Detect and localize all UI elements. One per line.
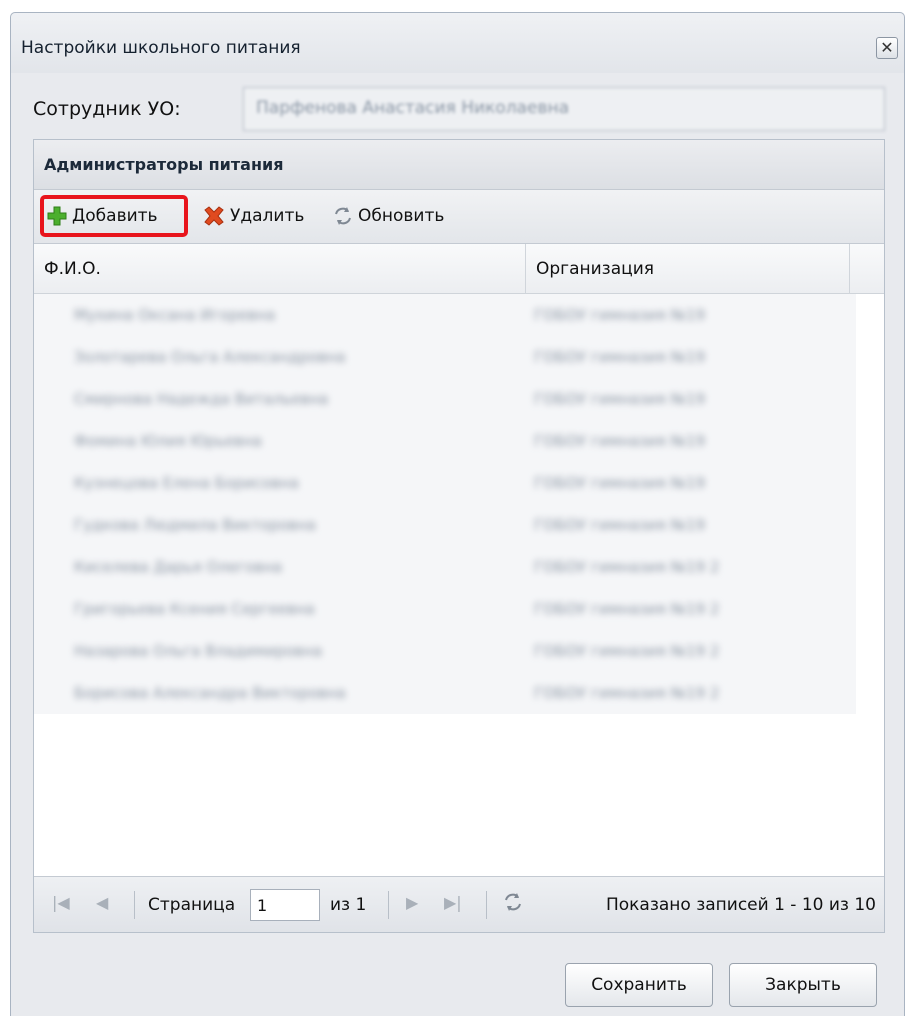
cell-org: ГОБОУ гимназия №19 (534, 432, 706, 450)
table-row[interactable]: Назарова Ольга Владимировна ГОБОУ гимназ… (34, 630, 856, 672)
table-row[interactable]: Борисова Александра Викторовна ГОБОУ гим… (34, 672, 856, 714)
employee-label: Сотрудник УО: (33, 98, 181, 120)
admins-panel: Администраторы питания Добавить Удалить (33, 139, 885, 933)
cell-name: Золотарева Ольга Александровна (74, 348, 346, 366)
delete-button[interactable]: Удалить (202, 202, 304, 230)
cell-name: Мухина Оксана Игоревна (74, 306, 276, 324)
cell-name: Кузнецова Елена Борисовна (74, 474, 299, 492)
cell-org: ГОБОУ гимназия №19 (534, 474, 706, 492)
cell-org: ГОБОУ гимназия №19 (534, 306, 706, 324)
cell-name: Смирнова Надежда Витальевна (74, 390, 329, 408)
cell-org: ГОБОУ гимназия №19 (534, 516, 706, 534)
save-button[interactable]: Сохранить (565, 963, 713, 1007)
paging-toolbar: |◀ ◀ Страница из 1 ▶ ▶| Показано записей… (34, 876, 884, 932)
panel-title: Администраторы питания (44, 155, 284, 174)
cell-name: Гудкова Людмила Викторовна (74, 516, 316, 534)
toolbar: Добавить Удалить Обновить (34, 190, 884, 244)
cell-org: ГОБОУ гимназия №19 (534, 348, 706, 366)
table-row[interactable]: Золотарева Ольга Александровна ГОБОУ гим… (34, 336, 856, 378)
first-page-icon[interactable]: |◀ (52, 895, 70, 911)
settings-dialog: Настройки школьного питания ✕ Сотрудник … (10, 12, 905, 1016)
table-row[interactable]: Мухина Оксана Игоревна ГОБОУ гимназия №1… (34, 294, 856, 336)
refresh-button-label: Обновить (358, 206, 445, 226)
panel-header: Администраторы питания (34, 140, 884, 190)
grid-header: Ф.И.О. Организация (34, 244, 884, 294)
dialog-titlebar[interactable]: Настройки школьного питания ✕ (11, 13, 904, 73)
dialog-title: Настройки школьного питания (21, 38, 301, 58)
cell-org: ГОБОУ гимназия №19 (534, 390, 706, 408)
cell-name: Киселева Дарья Олеговна (74, 558, 283, 576)
table-row[interactable]: Кузнецова Елена Борисовна ГОБОУ гимназия… (34, 462, 856, 504)
table-row[interactable]: Киселева Дарья Олеговна ГОБОУ гимназия №… (34, 546, 856, 588)
cell-org: ГОБОУ гимназия №19 2 (534, 600, 720, 618)
delete-button-label: Удалить (230, 206, 305, 226)
page-number-input[interactable] (250, 889, 320, 921)
next-page-icon[interactable]: ▶ (406, 895, 418, 911)
cell-name: Борисова Александра Викторовна (74, 684, 346, 702)
cell-name: Фомина Юлия Юрьевна (74, 432, 262, 450)
employee-row: Сотрудник УО: Парфенова Анастасия Никола… (33, 87, 885, 133)
close-button[interactable]: Закрыть (729, 963, 877, 1007)
pager-separator (486, 891, 487, 919)
table-row[interactable]: Фомина Юлия Юрьевна ГОБОУ гимназия №19 (34, 420, 856, 462)
pager-separator (388, 891, 389, 919)
records-summary: Показано записей 1 - 10 из 10 (605, 895, 876, 915)
table-row[interactable]: Смирнова Надежда Витальевна ГОБОУ гимназ… (34, 378, 856, 420)
table-row[interactable]: Григорьева Ксения Сергеевна ГОБОУ гимназ… (34, 588, 856, 630)
refresh-icon (332, 205, 354, 227)
close-icon[interactable]: ✕ (876, 37, 898, 59)
add-button-highlight (40, 195, 188, 237)
pager-separator (134, 891, 135, 919)
cell-org: ГОБОУ гимназия №19 2 (534, 642, 720, 660)
column-header-name[interactable]: Ф.И.О. (34, 244, 526, 294)
prev-page-icon[interactable]: ◀ (96, 895, 108, 911)
refresh-button[interactable]: Обновить (332, 202, 444, 230)
column-header-org[interactable]: Организация (526, 244, 850, 294)
cell-name: Григорьева Ксения Сергеевна (74, 600, 315, 618)
table-row[interactable]: Гудкова Людмила Викторовна ГОБОУ гимнази… (34, 504, 856, 546)
cell-org: ГОБОУ гимназия №19 2 (534, 684, 720, 702)
employee-field[interactable]: Парфенова Анастасия Николаевна (243, 87, 885, 131)
grid-body: Мухина Оксана Игоревна ГОБОУ гимназия №1… (34, 294, 856, 732)
cell-name: Назарова Ольга Владимировна (74, 642, 323, 660)
pager-refresh-icon[interactable] (502, 891, 524, 916)
last-page-icon[interactable]: ▶| (444, 895, 462, 911)
page-count-label: из 1 (330, 895, 367, 915)
delete-x-icon (202, 205, 226, 227)
page-label: Страница (148, 895, 236, 915)
cell-org: ГОБОУ гимназия №19 2 (534, 558, 720, 576)
